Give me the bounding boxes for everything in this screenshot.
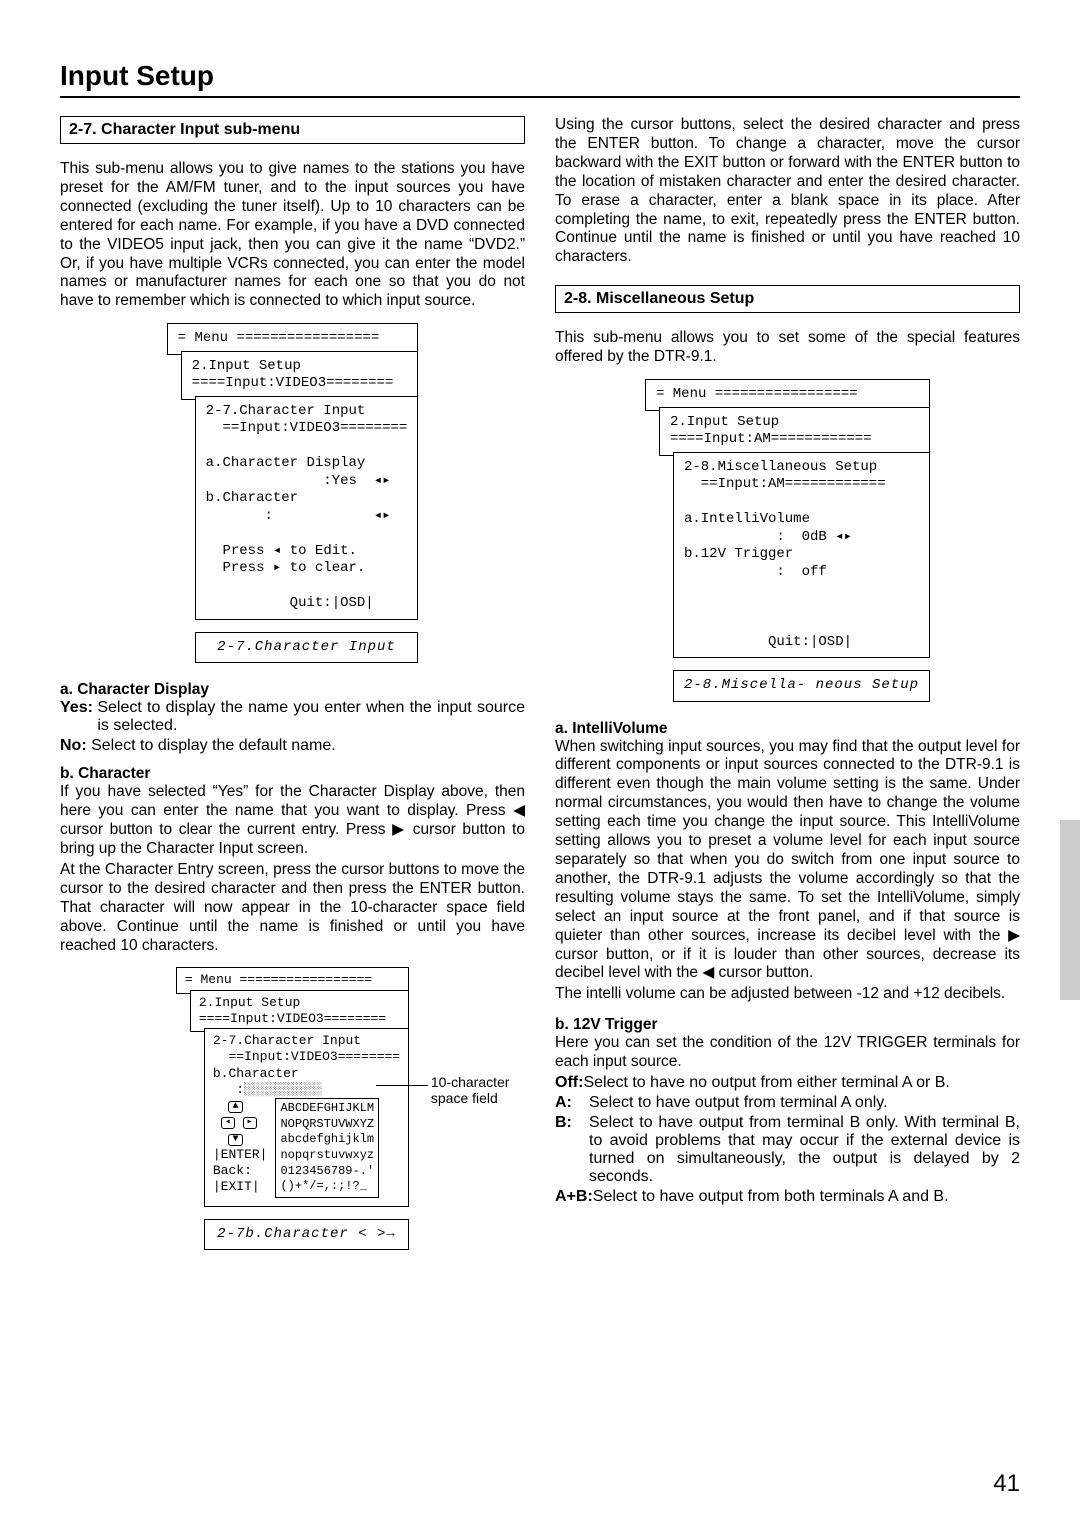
osd-figure-2-8: = Menu ================= 2.Input Setup =… <box>555 379 1020 702</box>
off-body: Select to have no output from either ter… <box>583 1074 1020 1092</box>
off-definition: Off: Select to have no output from eithe… <box>555 1074 1020 1092</box>
osd-input-setup-box-b: 2.Input Setup ====Input:VIDEO3======== <box>190 990 409 1033</box>
b-character-head: b. Character <box>60 765 525 783</box>
section-2-8-intro: This sub-menu allows you to set some of … <box>555 329 1020 367</box>
a-character-display-head: a. Character Display <box>60 681 525 699</box>
right-column: Using the cursor buttons, select the des… <box>555 116 1020 1250</box>
b-body: Select to have output from terminal B on… <box>589 1114 1020 1186</box>
left-column: 2-7. Character Input sub-menu This sub-m… <box>60 116 525 1250</box>
up-arrow-icon: ▲ <box>228 1101 242 1113</box>
ab-body: Select to have output from both terminal… <box>593 1188 1020 1206</box>
osd-panel-label-b: 2-7b.Character < >→ <box>204 1219 409 1251</box>
osd-figure-2-7: = Menu ================= 2.Input Setup =… <box>60 323 525 663</box>
title-rule <box>60 96 1020 98</box>
osd-panel-label-28: 2-8.Miscella- neous Setup <box>673 670 930 702</box>
osd-character-entry-box: 2-7.Character Input ==Input:VIDEO3======… <box>204 1028 409 1207</box>
b-character-p1: If you have selected “Yes” for the Chara… <box>60 783 525 859</box>
yes-body: Select to display the name you enter whe… <box>97 699 525 735</box>
b-label: B: <box>555 1114 589 1186</box>
ten-char-callout: 10-character space field <box>431 1075 510 1106</box>
yes-definition: Yes: Select to display the name you ente… <box>60 699 525 735</box>
b-12v-trigger-intro: Here you can set the condition of the 12… <box>555 1034 1020 1072</box>
ab-definition: A+B: Select to have output from both ter… <box>555 1188 1020 1206</box>
osd-character-input-box: 2-7.Character Input ==Input:VIDEO3======… <box>195 396 419 620</box>
a-intellivolume-p2: The intelli volume can be adjusted betwe… <box>555 985 1020 1004</box>
b-definition: B: Select to have output from terminal B… <box>555 1114 1020 1186</box>
ab-label: A+B: <box>555 1188 593 1206</box>
a-definition: A: Select to have output from terminal A… <box>555 1094 1020 1112</box>
a-intellivolume-head: a. IntelliVolume <box>555 720 1020 738</box>
osd-panel-label: 2-7.Character Input <box>195 632 419 664</box>
callout-leader-line <box>376 1085 428 1086</box>
section-2-7-intro: This sub-menu allows you to give names t… <box>60 160 525 311</box>
page-title: Input Setup <box>60 60 1020 92</box>
osd-input-setup-box-28: 2.Input Setup ====Input:AM============ <box>659 407 930 456</box>
osd-figure-2-7b: = Menu ================= 2.Input Setup =… <box>60 967 525 1250</box>
right-arrow-icon: ▸ <box>243 1117 257 1129</box>
page-number: 41 <box>993 1470 1020 1498</box>
osd-input-setup-box: 2.Input Setup ====Input:VIDEO3======== <box>181 351 419 400</box>
no-body: Select to display the default name. <box>91 737 525 755</box>
two-column-layout: 2-7. Character Input sub-menu This sub-m… <box>60 116 1020 1250</box>
no-label: No: <box>60 737 91 755</box>
osd-misc-setup-box: 2-8.Miscellaneous Setup ==Input:AM======… <box>673 452 930 659</box>
a-label: A: <box>555 1094 589 1112</box>
yes-label: Yes: <box>60 699 97 735</box>
left-arrow-icon: ◂ <box>221 1117 235 1129</box>
b-12v-trigger-head: b. 12V Trigger <box>555 1016 1020 1034</box>
down-arrow-icon: ▼ <box>228 1134 242 1146</box>
continuation-paragraph: Using the cursor buttons, select the des… <box>555 116 1020 267</box>
no-definition: No: Select to display the default name. <box>60 737 525 755</box>
a-intellivolume-p1: When switching input sources, you may fi… <box>555 738 1020 984</box>
b-character-p2: At the Character Entry screen, press the… <box>60 861 525 956</box>
section-2-8-heading: 2-8. Miscellaneous Setup <box>555 285 1020 313</box>
character-grid: ABCDEFGHIJKLM NOPQRSTUVWXYZ abcdefghijkl… <box>275 1098 379 1198</box>
thumb-index-tab <box>1060 820 1080 1000</box>
off-label: Off: <box>555 1074 583 1092</box>
section-2-7-heading: 2-7. Character Input sub-menu <box>60 116 525 144</box>
a-body: Select to have output from terminal A on… <box>589 1094 1020 1112</box>
